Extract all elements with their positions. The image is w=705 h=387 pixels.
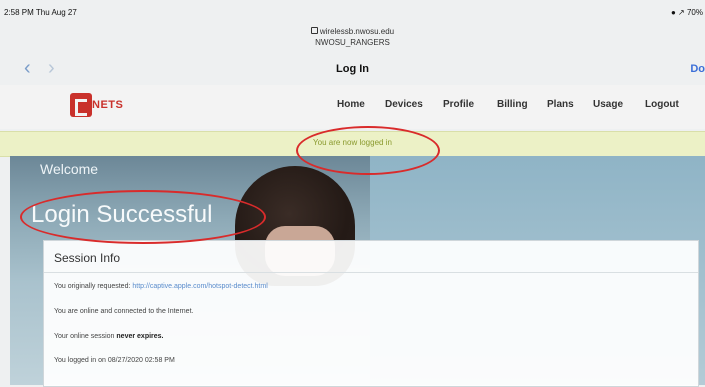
expires-line: Your online session never expires. <box>54 333 164 340</box>
session-info-title: Session Info <box>54 251 121 265</box>
nav-devices[interactable]: Devices <box>385 99 423 110</box>
browser-nav: ‹ › Log In Do <box>0 55 705 83</box>
url-host-text: wirelessb.nwosu.edu <box>319 27 395 36</box>
nav-plans[interactable]: Plans <box>547 99 574 110</box>
status-time: 2:58 PM Thu Aug 27 <box>4 8 77 17</box>
url-subtitle: NWOSU_RANGERS <box>315 38 390 47</box>
nav-usage[interactable]: Usage <box>593 99 623 110</box>
url-host[interactable]: wirelessb.nwosu.edu <box>0 27 705 36</box>
nav-home[interactable]: Home <box>337 99 365 110</box>
site-header: NETS Home Devices Profile Billing Plans … <box>0 85 705 129</box>
session-info-panel: Session Info You originally requested: h… <box>43 240 699 387</box>
requested-label: You originally requested: <box>54 283 131 290</box>
logged-in-line: You logged in on 08/27/2020 02:58 PM <box>54 357 175 364</box>
logo-g-icon <box>70 93 92 117</box>
nets-logo[interactable]: NETS <box>70 93 124 119</box>
nav-logout[interactable]: Logout <box>645 99 679 110</box>
battery-indicator: ● ↗ 70% <box>671 8 703 17</box>
logo-text: NETS <box>92 99 124 111</box>
connected-line: You are online and connected to the Inte… <box>54 308 194 315</box>
status-bar: 2:58 PM Thu Aug 27 ● ↗ 70% <box>0 0 705 22</box>
annotation-circle-heading <box>20 190 266 244</box>
expires-value: never expires. <box>116 333 164 340</box>
requested-line: You originally requested: http://captive… <box>54 283 268 290</box>
nav-billing[interactable]: Billing <box>497 99 528 110</box>
nav-profile[interactable]: Profile <box>443 99 474 110</box>
annotation-circle-notice <box>296 126 440 175</box>
requested-link[interactable]: http://captive.apple.com/hotspot-detect.… <box>132 283 267 290</box>
welcome-text: Welcome <box>40 161 99 177</box>
panel-divider <box>44 272 698 273</box>
lock-icon <box>310 27 318 34</box>
page-title: Log In <box>336 63 369 75</box>
expires-label: Your online session <box>54 333 115 340</box>
done-button[interactable]: Do <box>690 63 705 75</box>
